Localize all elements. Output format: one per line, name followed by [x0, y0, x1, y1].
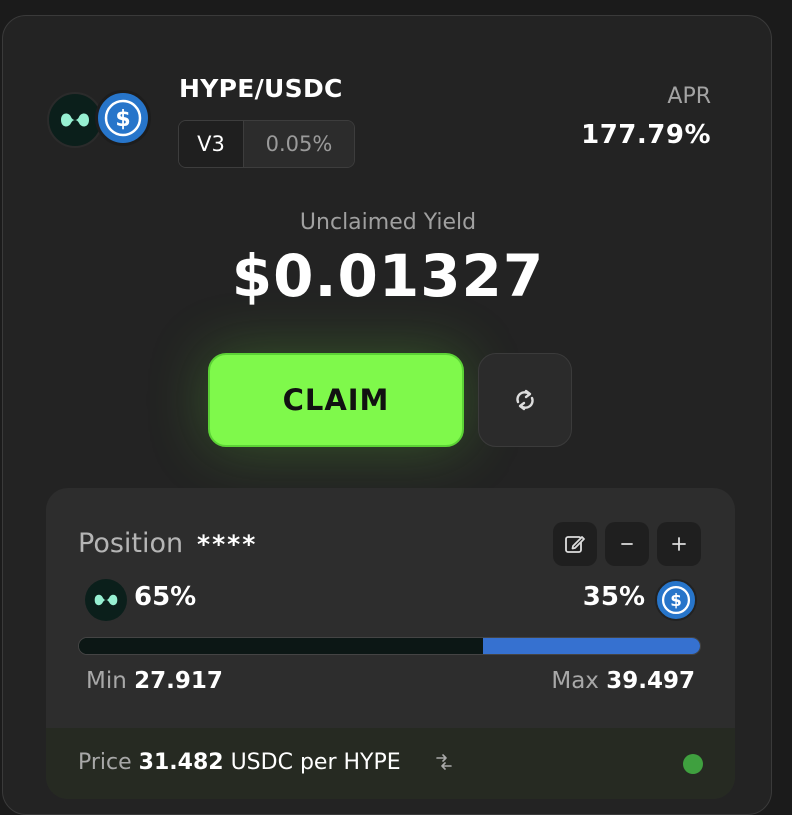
pool-badges: V3 0.05% [178, 120, 355, 168]
allocation-bar [78, 637, 701, 655]
range-max-label: Max [551, 668, 599, 694]
unclaimed-yield-value: $0.01327 [231, 242, 545, 310]
token1-share: 35% [582, 582, 645, 612]
token0-share: 65% [134, 582, 197, 612]
svg-text:$: $ [670, 590, 682, 610]
add-liquidity-button[interactable] [657, 522, 701, 566]
position-card: $ HYPE/USDC V3 0.05% APR 177.79% Unclaim… [2, 15, 772, 815]
position-panel: Position **** 65% 35% $ Min 27.917 Max 3… [46, 488, 735, 799]
range-max: Max 39.497 [551, 668, 695, 694]
in-range-status-dot [683, 754, 703, 774]
position-actions [553, 522, 701, 566]
price-value: 31.482 [138, 750, 224, 775]
token-pair-icons: $ [47, 90, 157, 150]
edit-position-button[interactable] [553, 522, 597, 566]
range-min-value: 27.917 [134, 668, 223, 694]
position-id-masked: **** [197, 530, 258, 559]
range-max-value: 39.497 [606, 668, 695, 694]
svg-text:$: $ [115, 107, 130, 132]
pair-title: HYPE/USDC [179, 74, 343, 103]
edit-icon [565, 536, 585, 553]
price-label: Price [78, 750, 132, 775]
version-badge: V3 [179, 121, 244, 167]
fee-tier-badge: 0.05% [244, 121, 354, 167]
price-footer: Price 31.482 USDC per HYPE [46, 728, 735, 799]
hype-token-icon [85, 579, 127, 621]
unclaimed-yield-label: Unclaimed Yield [299, 210, 477, 235]
refresh-icon [516, 389, 534, 411]
remove-liquidity-button[interactable] [605, 522, 649, 566]
refresh-button[interactable] [478, 353, 572, 447]
price-unit: USDC per HYPE [230, 750, 401, 775]
position-label: Position [78, 528, 184, 559]
claim-button[interactable]: CLAIM [208, 353, 464, 447]
apr-value: 177.79% [581, 120, 711, 150]
range-min: Min 27.917 [86, 668, 223, 694]
current-price: Price 31.482 USDC per HYPE [78, 750, 401, 775]
plus-icon [672, 537, 686, 551]
usdc-token-icon: $ [95, 90, 151, 146]
allocation-bar-token0 [79, 638, 483, 654]
usdc-token-icon: $ [655, 579, 697, 621]
swap-direction-icon [436, 754, 452, 770]
allocation-bar-token1 [482, 638, 700, 654]
minus-icon [621, 543, 633, 545]
swap-direction-button[interactable] [434, 752, 454, 776]
apr-label: APR [667, 84, 711, 109]
range-min-label: Min [86, 668, 127, 694]
